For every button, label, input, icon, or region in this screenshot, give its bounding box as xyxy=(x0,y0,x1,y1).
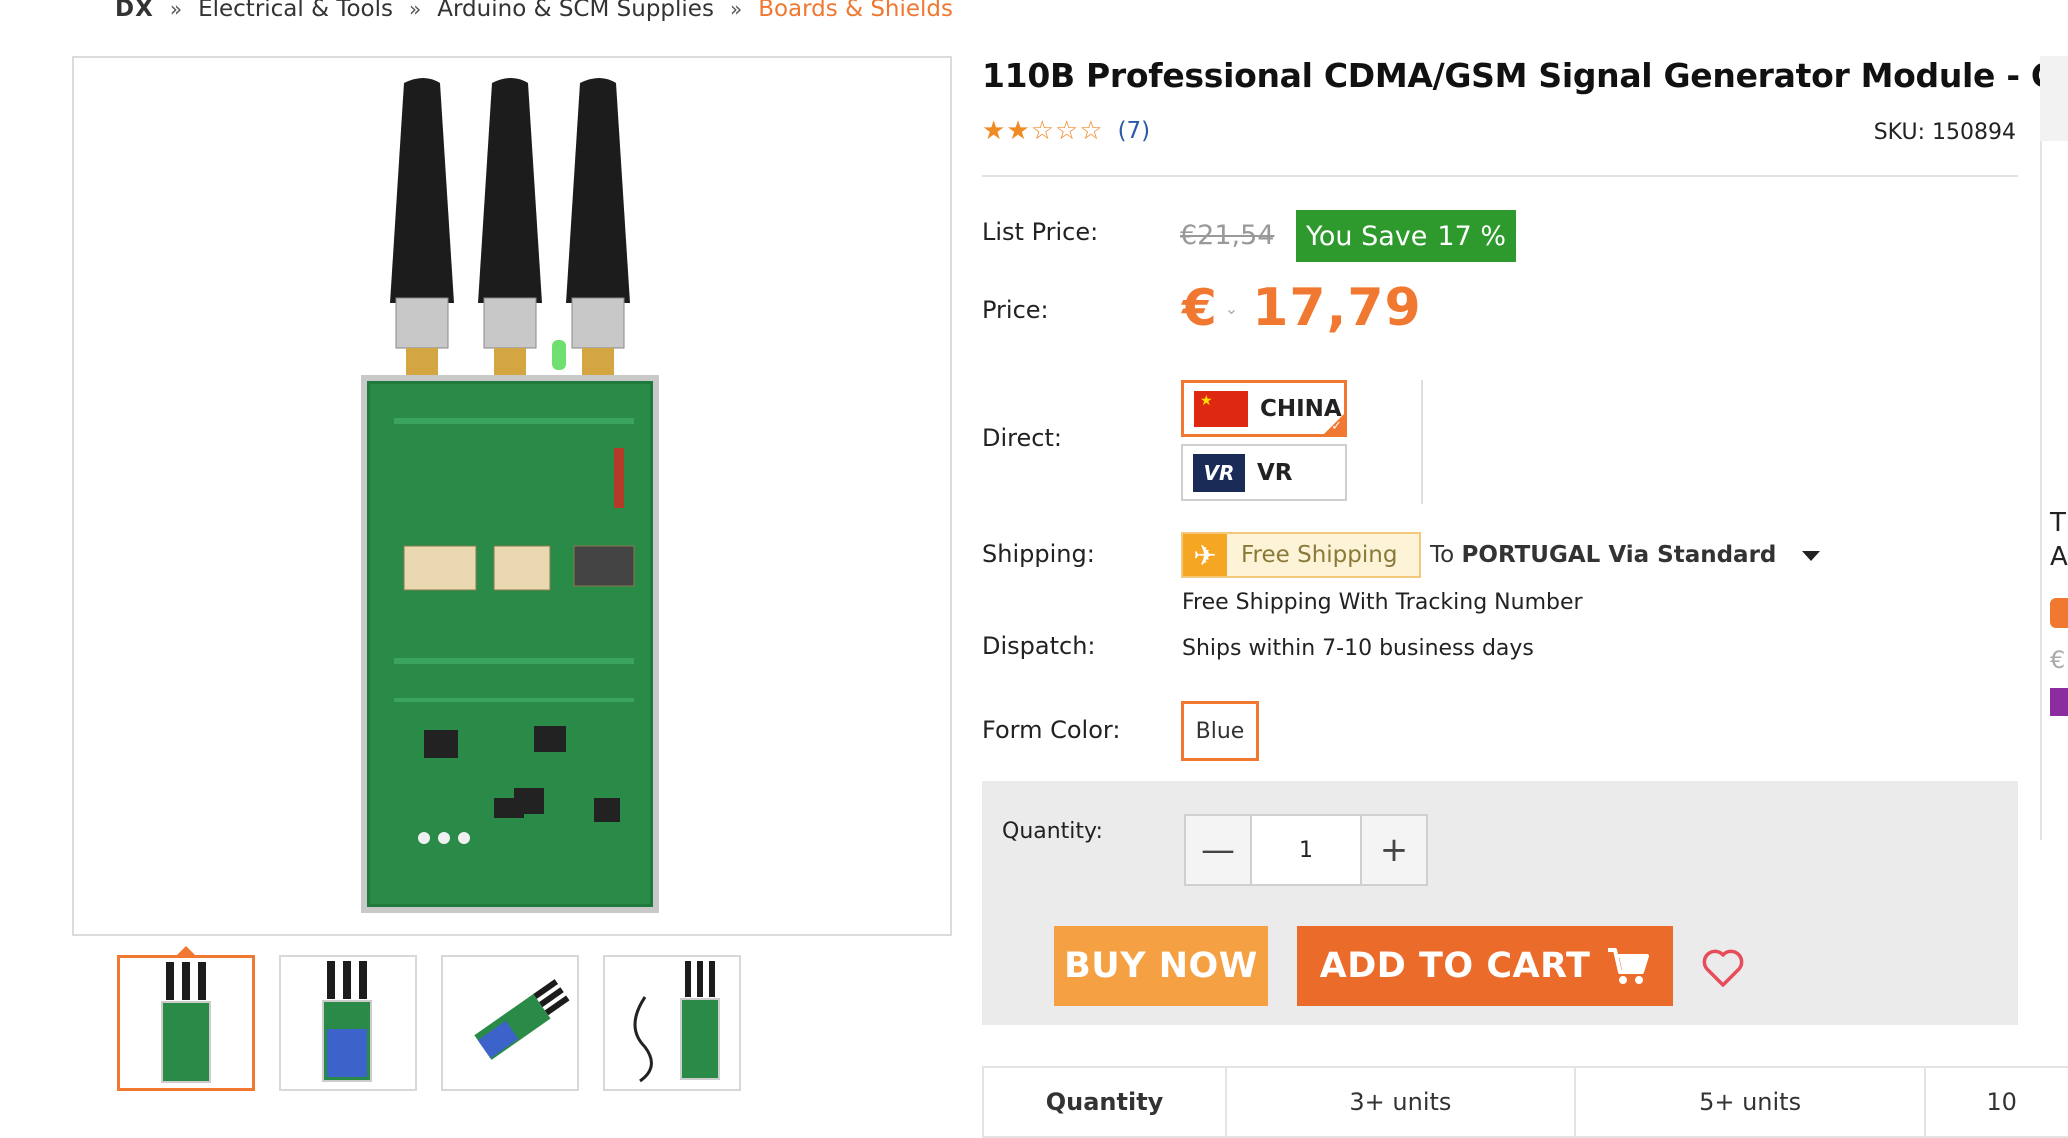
shipping-destination-selector[interactable]: To PORTUGAL Via Standard xyxy=(1430,542,1820,568)
product-main-image[interactable] xyxy=(72,56,952,936)
ship-destination: PORTUGAL Via Standard xyxy=(1461,542,1777,568)
side-purple-badge xyxy=(2050,688,2068,716)
list-price-value: €21,54 xyxy=(1180,220,1275,251)
free-shipping-badge: ✈ Free Shipping xyxy=(1181,532,1421,578)
form-color-label: Form Color: xyxy=(982,716,1121,744)
side-panel-text: A xyxy=(2050,542,2068,572)
thumbnail-cable-image xyxy=(633,961,720,1083)
currency-selector[interactable]: € xyxy=(1182,279,1217,337)
quantity-increase-button[interactable]: + xyxy=(1362,816,1426,884)
free-shipping-text: Free Shipping xyxy=(1241,542,1398,568)
side-panel-text: T xyxy=(2050,508,2066,538)
warehouse-vr-option[interactable]: VR VR xyxy=(1181,444,1347,501)
chevron-down-icon[interactable]: ⌄ xyxy=(1225,299,1238,318)
side-price-badge xyxy=(2050,598,2068,628)
warehouse-china-option[interactable]: CHINA ✓ xyxy=(1181,380,1347,437)
china-flag-icon xyxy=(1194,390,1248,427)
star-full-icon: ★ xyxy=(982,116,1006,146)
vr-logo-icon: VR xyxy=(1193,453,1245,492)
quantity-tier: 5+ units xyxy=(1576,1068,1927,1136)
product-title: 110B Professional CDMA/GSM Signal Genera… xyxy=(982,56,2068,95)
side-old-price: € xyxy=(2050,646,2066,674)
quantity-discount-table: Quantity 3+ units 5+ units 10 xyxy=(982,1066,2068,1138)
star-full-icon: ★ xyxy=(1006,116,1030,146)
quantity-tier: 3+ units xyxy=(1227,1068,1576,1136)
list-price-label: List Price: xyxy=(982,218,1099,246)
thumbnail-board-battery-image xyxy=(322,961,372,1082)
ship-to-prefix: To xyxy=(1430,542,1455,568)
thumbnail-board-image xyxy=(161,962,211,1083)
dispatch-label: Dispatch: xyxy=(982,632,1096,660)
save-label: You Save xyxy=(1305,220,1428,252)
warehouse-name: VR xyxy=(1257,459,1293,486)
direct-label: Direct: xyxy=(982,424,1062,452)
heart-icon[interactable] xyxy=(1699,943,1747,991)
breadcrumb-electrical-tools-link[interactable]: Electrical & Tools xyxy=(198,0,393,22)
quantity-table-header: Quantity xyxy=(984,1068,1228,1136)
star-empty-icon: ☆ xyxy=(1030,116,1054,146)
thumbnail-angled-image xyxy=(474,979,570,1060)
breadcrumb-separator: » xyxy=(169,0,183,21)
price-label: Price: xyxy=(982,296,1049,324)
add-to-cart-label: ADD TO CART xyxy=(1319,946,1591,986)
circuit-board-image xyxy=(361,78,659,913)
quantity-stepper: — 1 + xyxy=(1184,814,1428,886)
shipping-note: Free Shipping With Tracking Number xyxy=(1182,590,1583,615)
thumbnail-3[interactable] xyxy=(441,955,579,1091)
save-badge: You Save 17 % xyxy=(1296,210,1516,262)
star-empty-icon: ☆ xyxy=(1054,116,1079,146)
product-sku: SKU: 150894 xyxy=(1873,120,2016,145)
review-count-link[interactable]: (7) xyxy=(1118,118,1151,144)
product-rating[interactable]: ★ ★ ☆ ☆ ☆ (7) xyxy=(982,118,1150,144)
price-value: 17,79 xyxy=(1252,278,1422,338)
cart-icon xyxy=(1608,948,1650,984)
title-divider xyxy=(982,175,2018,177)
breadcrumb-separator: » xyxy=(729,0,743,21)
quantity-tier: 10 xyxy=(1986,1088,2017,1116)
thumbnail-strip xyxy=(117,955,741,1091)
quantity-label: Quantity: xyxy=(1002,819,1103,844)
star-empty-icon: ☆ xyxy=(1079,116,1103,146)
price: € ⌄ 17,79 xyxy=(1182,278,1422,338)
thumbnail-4[interactable] xyxy=(603,955,741,1091)
save-percent: 17 % xyxy=(1437,220,1506,252)
side-panel-top xyxy=(2040,56,2068,141)
shipping-label: Shipping: xyxy=(982,540,1095,568)
purchase-panel: Quantity: — 1 + BUY NOW ADD TO CART xyxy=(982,781,2018,1025)
breadcrumb-arduino-link[interactable]: Arduino & SCM Supplies xyxy=(437,0,714,22)
quantity-decrease-button[interactable]: — xyxy=(1186,816,1250,884)
breadcrumb-home-link[interactable]: DX xyxy=(115,0,154,22)
breadcrumb-separator: » xyxy=(409,0,422,21)
side-panel-clipped xyxy=(2040,56,2068,840)
buy-now-button[interactable]: BUY NOW xyxy=(1054,926,1268,1006)
color-option-blue[interactable]: Blue xyxy=(1181,701,1259,761)
check-icon: ✓ xyxy=(1331,419,1342,434)
dispatch-value: Ships within 7-10 business days xyxy=(1182,636,1534,661)
breadcrumb-current[interactable]: Boards & Shields xyxy=(758,0,953,22)
airplane-icon: ✈ xyxy=(1183,534,1227,576)
quantity-input[interactable]: 1 xyxy=(1250,816,1362,884)
warehouse-divider xyxy=(1421,380,1423,504)
thumbnail-2[interactable] xyxy=(279,955,417,1091)
breadcrumb: DX » Electrical & Tools » Arduino & SCM … xyxy=(115,0,953,24)
thumbnail-1[interactable] xyxy=(117,955,255,1091)
caret-down-icon[interactable] xyxy=(1801,550,1820,561)
add-to-cart-button[interactable]: ADD TO CART xyxy=(1297,926,1673,1006)
